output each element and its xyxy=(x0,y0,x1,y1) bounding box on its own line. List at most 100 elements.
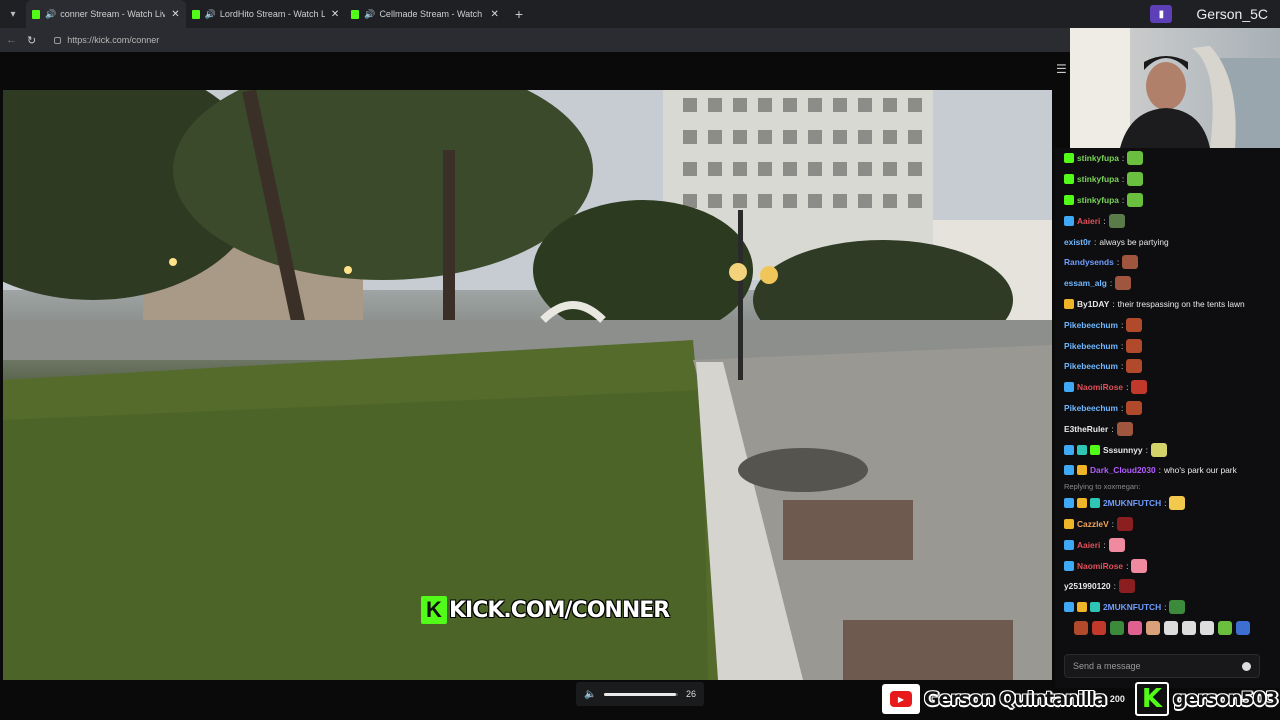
volume-fill xyxy=(604,692,676,696)
chat-badge-icon xyxy=(1064,298,1074,309)
speaker-icon[interactable]: 🔊 xyxy=(45,9,56,20)
chat-colon: : xyxy=(1121,361,1124,372)
volume-icon[interactable]: 🔈 xyxy=(584,689,596,700)
chat-username[interactable]: stinkyfupa xyxy=(1077,153,1119,163)
quick-emote-icon[interactable] xyxy=(1074,620,1088,635)
chat-username[interactable]: 2MUKNFUTCH xyxy=(1103,602,1161,612)
quick-emote-icon[interactable] xyxy=(1146,620,1160,635)
chat-colon: : xyxy=(1103,215,1106,226)
quick-emote-icon[interactable] xyxy=(1128,620,1142,635)
chat-username[interactable]: exist0r xyxy=(1064,237,1091,247)
close-tab-icon[interactable]: ✕ xyxy=(490,9,498,20)
volume-control[interactable]: 🔈 26 xyxy=(576,682,704,706)
chat-username[interactable]: Pikebeechum xyxy=(1064,341,1118,351)
emote-icon xyxy=(1126,400,1143,415)
close-tab-icon[interactable]: ✕ xyxy=(331,9,339,20)
viewer-count: 200 xyxy=(1109,694,1125,704)
chat-username[interactable]: stinkyfupa xyxy=(1077,195,1119,205)
chat-colon: : xyxy=(1103,539,1106,550)
chat-username[interactable]: Sssunnyy xyxy=(1103,445,1143,455)
tab-title: LordHito Stream - Watch Live xyxy=(219,9,325,19)
emote-icon xyxy=(1126,317,1143,332)
back-icon[interactable]: ← xyxy=(6,34,17,46)
emote-icon xyxy=(1116,421,1133,436)
volume-value: 26 xyxy=(685,689,696,699)
chat-username[interactable]: Aaieri xyxy=(1077,216,1100,226)
chat-username[interactable]: Pikebeechum xyxy=(1064,403,1118,413)
quick-emote-icon[interactable] xyxy=(1200,620,1214,635)
quick-emote-icon[interactable] xyxy=(1182,620,1196,635)
chat-username[interactable]: Pikebeechum xyxy=(1064,361,1118,371)
new-tab-button[interactable]: + xyxy=(515,6,523,22)
profile-name: Gerson_5C xyxy=(1196,6,1268,22)
reload-icon[interactable]: ↻ xyxy=(27,34,36,47)
chat-colon: : xyxy=(1113,581,1116,592)
tab-title: Cellmade Stream - Watch Live xyxy=(379,9,484,19)
emote-icon xyxy=(1116,516,1133,531)
chat-message: Pikebeechum: xyxy=(1064,398,1274,419)
chat-username[interactable]: Dark_Cloud2030 xyxy=(1090,465,1156,475)
chat-username[interactable]: y251990120 xyxy=(1064,581,1111,591)
url-field[interactable]: https://kick.com/conner xyxy=(46,32,167,48)
close-tab-icon[interactable]: ✕ xyxy=(171,9,179,20)
quick-emote-icon[interactable] xyxy=(1236,620,1250,635)
volume-slider[interactable] xyxy=(604,692,678,696)
chat-message: y251990120: xyxy=(1064,576,1274,597)
emote-icon xyxy=(1131,380,1148,395)
chat-username[interactable]: NaomiRose xyxy=(1077,382,1123,392)
chat-message: essam_alg: xyxy=(1064,273,1274,294)
chat-message: NaomiRose: xyxy=(1064,377,1274,398)
chat-input[interactable]: Send a message xyxy=(1064,654,1260,678)
browser-tab[interactable]: 🔊LordHito Stream - Watch Live ✕ xyxy=(186,0,346,28)
speaker-icon[interactable]: 🔊 xyxy=(364,9,375,20)
quick-emote-icon[interactable] xyxy=(1092,620,1106,635)
tab-search-icon[interactable]: ▾ xyxy=(0,0,26,28)
chat-colon: : xyxy=(1121,340,1124,351)
chat-username[interactable]: By1DAY xyxy=(1077,299,1109,309)
chat-message: Dark_Cloud2030: who's park our park xyxy=(1064,460,1274,481)
chat-colon: : xyxy=(1109,278,1113,289)
chat-badge-icon xyxy=(1064,560,1074,571)
quick-emote-icon[interactable] xyxy=(1218,620,1232,635)
chat-text: who's park our park xyxy=(1163,465,1237,476)
chat-username[interactable]: Randysends xyxy=(1064,257,1114,267)
tab-title: conner Stream - Watch Live o xyxy=(60,9,166,19)
chat-menu-icon[interactable]: ☰ xyxy=(1056,62,1067,76)
speaker-icon[interactable]: 🔊 xyxy=(205,9,216,20)
emoji-icon[interactable] xyxy=(1242,661,1251,671)
chat-colon: : xyxy=(1111,423,1114,434)
chat-message-list: stinkyfupa: stinkyfupa: stinkyfupa: Aaieri:… xyxy=(1055,148,1280,638)
emote-icon xyxy=(1169,600,1186,615)
browser-tab[interactable]: 🔊 Cellmade Stream - Watch Live ✕ xyxy=(345,0,505,28)
kick-icon: K xyxy=(1134,682,1169,716)
emote-icon xyxy=(1127,192,1144,207)
chat-username[interactable]: essam_alg xyxy=(1064,278,1107,288)
video-player[interactable]: K KICK.COM/CONNER 🔈 26 xyxy=(0,52,1052,716)
chat-colon: : xyxy=(1164,602,1167,613)
emote-icon xyxy=(1108,537,1125,552)
chat-message: Aaieri: xyxy=(1064,210,1274,231)
stream-video[interactable]: K KICK.COM/CONNER xyxy=(3,90,1052,680)
quick-emote-icon[interactable] xyxy=(1164,620,1178,635)
chat-username[interactable]: 2MUKNFUTCH xyxy=(1103,498,1161,508)
chat-badge-icon xyxy=(1064,215,1074,226)
chat-badge-icon xyxy=(1064,518,1074,529)
chat-username[interactable]: E3theRuler xyxy=(1064,424,1108,434)
chat-message: CazzleV: xyxy=(1064,514,1274,535)
chat-text: their trespassing on the tents lawn xyxy=(1117,298,1245,309)
chat-username[interactable]: stinkyfupa xyxy=(1077,174,1119,184)
chat-badge-icon xyxy=(1077,444,1087,455)
chat-text: always be partying xyxy=(1099,236,1169,247)
chat-input-placeholder: Send a message xyxy=(1073,661,1141,671)
chat-colon: : xyxy=(1164,498,1167,509)
chat-username[interactable]: CazzleV xyxy=(1077,519,1109,529)
chat-username[interactable]: Aaieri xyxy=(1077,540,1100,550)
chat-badge-icon xyxy=(1064,465,1074,476)
browser-tab[interactable]: 🔊 conner Stream - Watch Live o ✕ xyxy=(26,0,186,28)
chat-username[interactable]: Pikebeechum xyxy=(1064,320,1118,330)
chat-username[interactable]: NaomiRose xyxy=(1077,561,1123,571)
quick-emote-icon[interactable] xyxy=(1110,620,1124,635)
reply-label: Replying to xoxmegan: xyxy=(1064,482,1141,492)
chat-badge-icon xyxy=(1064,153,1074,164)
chat-colon: : xyxy=(1121,153,1125,164)
